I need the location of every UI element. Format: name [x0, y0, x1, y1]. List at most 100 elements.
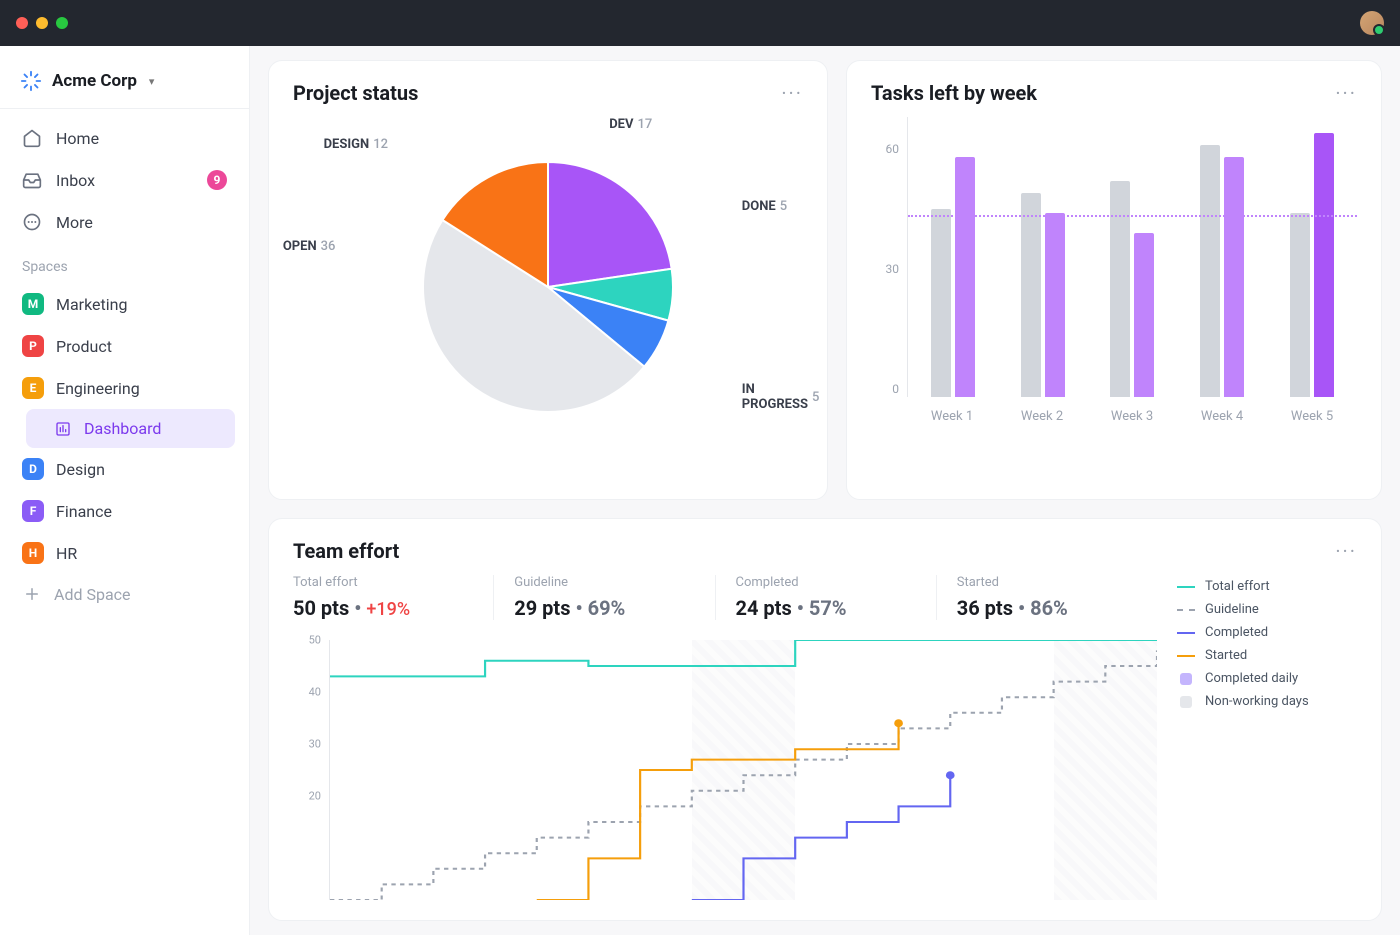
metric-value: 24 pts • 57% — [736, 596, 916, 620]
bar — [1314, 133, 1334, 397]
legend-label: Guideline — [1205, 602, 1259, 617]
chart-legend: Total effort Guideline Completed Started Com… — [1177, 575, 1357, 900]
legend-label: Non-working days — [1205, 694, 1309, 709]
card-title: Tasks left by week — [871, 81, 1037, 105]
metric-label: Started — [957, 575, 1137, 590]
space-label: Engineering — [56, 379, 140, 398]
space-item-product[interactable]: P Product — [10, 325, 239, 367]
metric-value: 29 pts • 69% — [514, 596, 694, 620]
space-item-hr[interactable]: H HR — [10, 532, 239, 574]
legend-swatch — [1177, 651, 1195, 661]
metric: Total effort 50 pts • +19% — [293, 575, 494, 620]
spaces-section-label: Spaces — [10, 243, 239, 283]
nav-more[interactable]: More — [10, 201, 239, 243]
legend-item: Completed — [1177, 621, 1357, 644]
legend-swatch — [1177, 582, 1195, 592]
x-axis-label: Week 5 — [1291, 409, 1333, 424]
space-item-design[interactable]: DDesign — [10, 448, 239, 490]
card-more-button[interactable]: ··· — [781, 81, 803, 105]
workspace-switcher[interactable]: Acme Corp ▾ — [10, 60, 239, 108]
pie-slice-label: IN PROGRESS 5 — [742, 382, 820, 412]
project-status-card: Project status ··· DEV 17 DONE 5 IN PROGRE… — [268, 60, 828, 500]
legend-item: Non-working days — [1177, 690, 1357, 713]
metric-value: 36 pts • 86% — [957, 596, 1137, 620]
workspace-name: Acme Corp — [52, 71, 137, 91]
card-more-button[interactable]: ··· — [1335, 539, 1357, 563]
x-axis-label: Week 1 — [931, 409, 973, 424]
legend-swatch — [1177, 628, 1195, 638]
legend-item: Guideline — [1177, 598, 1357, 621]
more-icon — [22, 212, 42, 232]
space-icon: M — [22, 293, 44, 315]
bar — [1224, 157, 1244, 397]
main-content: Project status ··· DEV 17 DONE 5 IN PROGRE… — [250, 46, 1400, 935]
space-icon: E — [22, 377, 44, 399]
metric-value: 50 pts • +19% — [293, 596, 473, 620]
add-space-button[interactable]: Add Space — [10, 574, 239, 614]
add-space-label: Add Space — [54, 585, 131, 604]
card-title: Project status — [293, 81, 418, 105]
line-chart: 20304050 — [293, 640, 1157, 900]
x-axis-label: Week 3 — [1111, 409, 1153, 424]
space-icon: F — [22, 500, 44, 522]
bar — [955, 157, 975, 397]
pie-slice-label: OPEN 36 — [283, 239, 336, 254]
dashboard-label: Dashboard — [84, 419, 161, 438]
space-icon: D — [22, 458, 44, 480]
legend-swatch — [1177, 697, 1195, 707]
space-item-marketing[interactable]: MMarketing — [10, 283, 239, 325]
nav-label: More — [56, 213, 93, 232]
legend-label: Completed — [1205, 625, 1268, 640]
legend-label: Completed daily — [1205, 671, 1298, 686]
metric-label: Total effort — [293, 575, 473, 590]
bar-group — [1110, 181, 1154, 397]
nav-home[interactable]: Home — [10, 117, 239, 159]
window-controls — [16, 17, 68, 29]
space-icon: H — [22, 542, 44, 564]
bar-group — [931, 157, 975, 397]
x-axis-label: Week 2 — [1021, 409, 1063, 424]
bar — [1200, 145, 1220, 397]
metric: Started 36 pts • 86% — [957, 575, 1157, 620]
bar — [1134, 233, 1154, 397]
tasks-left-card: Tasks left by week ··· 03060 Week 1Week … — [846, 60, 1382, 500]
card-title: Team effort — [293, 539, 399, 563]
bar-chart: 03060 Week 1Week 2Week 3Week 4Week 5 — [871, 117, 1357, 437]
legend-item: Started — [1177, 644, 1357, 667]
nav-inbox[interactable]: Inbox 9 — [10, 159, 239, 201]
space-label: Product — [56, 337, 112, 356]
x-axis-label: Week 4 — [1201, 409, 1243, 424]
close-window[interactable] — [16, 17, 28, 29]
pie-slice-label: DEV 17 — [609, 117, 652, 132]
legend-swatch — [1177, 605, 1195, 615]
legend-item: Total effort — [1177, 575, 1357, 598]
bar — [1045, 213, 1065, 397]
legend-swatch — [1177, 674, 1195, 684]
nav-label: Inbox — [56, 171, 95, 190]
metric-label: Guideline — [514, 575, 694, 590]
bar — [1290, 213, 1310, 397]
space-item-finance[interactable]: FFinance — [10, 490, 239, 532]
legend-label: Started — [1205, 648, 1247, 663]
space-label: HR — [56, 544, 77, 563]
team-effort-card: Team effort ··· Total effort 50 pts • +19… — [268, 518, 1382, 921]
space-item-engineering[interactable]: E Engineering — [10, 367, 239, 409]
legend-label: Total effort — [1205, 579, 1270, 594]
dashboard-icon — [54, 420, 72, 438]
titlebar — [0, 0, 1400, 46]
card-more-button[interactable]: ··· — [1335, 81, 1357, 105]
user-avatar[interactable] — [1360, 11, 1384, 35]
legend-item: Completed daily — [1177, 667, 1357, 690]
sidebar: Acme Corp ▾ Home Inbox 9 More Spaces MMa… — [0, 46, 250, 935]
sidebar-dashboard[interactable]: Dashboard — [26, 409, 235, 448]
space-icon: P — [22, 335, 44, 357]
pie-chart: DEV 17DONE 5IN PROGRESS 5OPEN 36DESIGN 1… — [293, 117, 803, 457]
minimize-window[interactable] — [36, 17, 48, 29]
bar-group — [1200, 145, 1244, 397]
pie-slice-label: DONE 5 — [742, 199, 787, 214]
bar-group — [1021, 193, 1065, 397]
bar — [1110, 181, 1130, 397]
bar — [931, 209, 951, 397]
maximize-window[interactable] — [56, 17, 68, 29]
bar — [1021, 193, 1041, 397]
